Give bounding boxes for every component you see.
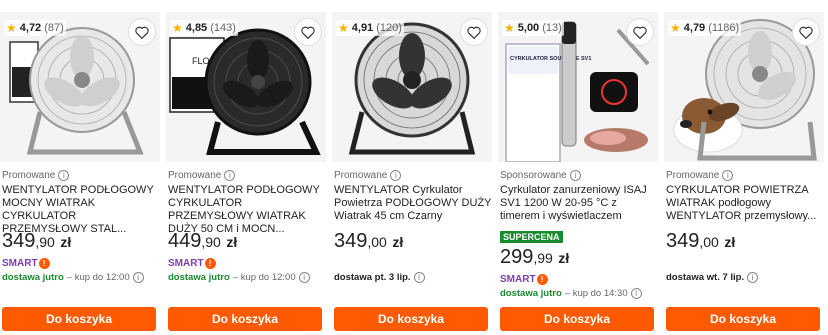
info-icon[interactable]: i [747, 272, 759, 283]
promo-label: Promowane i [666, 170, 734, 181]
price: 449,90 zł [168, 230, 238, 252]
info-icon[interactable]: i [298, 272, 310, 283]
product-card[interactable]: ★ 4,72 (87) Promowane i WENTYLATOR PODŁO… [0, 0, 160, 335]
smart-badge: SMART! [168, 258, 216, 269]
rating: ★ 4,79 (1186) [668, 20, 742, 36]
info-icon[interactable]: i [224, 170, 236, 181]
product-card[interactable]: ★ 4,79 (1186) Promowane i CYRKULATOR POW… [664, 0, 824, 335]
rating: ★ 4,72 (87) [4, 20, 66, 36]
info-icon[interactable]: i [722, 170, 734, 181]
promo-label: Promowane i [168, 170, 236, 181]
add-to-cart-button[interactable]: Do koszyka [500, 307, 654, 331]
rating: ★ 5,00 (13) [502, 20, 564, 36]
star-icon: ★ [504, 21, 515, 35]
product-title[interactable]: WENTYLATOR PODŁOGOWY MOCNY WIATRAK CYRKU… [2, 184, 160, 236]
product-card[interactable]: FLOOR FAN ★ 4,85 (143) Promowane i [166, 0, 326, 335]
product-card[interactable]: CYRKULATOR SOUS VIDE SV1 ★ 5,00 (13) Spo… [498, 0, 658, 335]
rating: ★ 4,91 (120) [336, 20, 404, 36]
box-label: CYRKULATOR SOUS VIDE SV1 [510, 56, 591, 62]
product-row: ★ 4,72 (87) Promowane i WENTYLATOR PODŁO… [0, 0, 828, 335]
promo-label: Promowane i [334, 170, 402, 181]
product-title[interactable]: CYRKULATOR POWIETRZA WIATRAK podłogowy W… [666, 184, 824, 223]
star-icon: ★ [6, 21, 17, 35]
add-to-cart-button[interactable]: Do koszyka [334, 307, 488, 331]
price: 349,00 zł [334, 230, 404, 252]
delivery-info: dostawa jutro – kup do 12:00 i [2, 272, 144, 283]
price: 299,99 zł [500, 246, 570, 268]
smart-bolt-icon: ! [38, 258, 50, 269]
promo-label: Promowane i [2, 170, 70, 181]
delivery-info: dostawa pt. 3 lip. i [334, 272, 425, 283]
delivery-info: dostawa jutro – kup do 12:00 i [168, 272, 310, 283]
product-title[interactable]: Cyrkulator zanurzeniowy ISAJ SV1 1200 W … [500, 184, 658, 223]
info-icon[interactable]: i [390, 170, 402, 181]
star-icon: ★ [338, 21, 349, 35]
info-icon[interactable]: i [413, 272, 425, 283]
info-icon[interactable]: i [58, 170, 70, 181]
smart-badge: SMART! [500, 274, 548, 285]
info-icon[interactable]: i [132, 272, 144, 283]
star-icon: ★ [172, 21, 183, 35]
rating: ★ 4,85 (143) [170, 20, 238, 36]
add-to-cart-button[interactable]: Do koszyka [2, 307, 156, 331]
price: 349,00 zł [666, 230, 736, 252]
add-to-cart-button[interactable]: Do koszyka [168, 307, 322, 331]
product-card[interactable]: ★ 4,91 (120) Promowane i WENTYLATOR Cyrk… [332, 0, 492, 335]
heart-icon[interactable] [792, 18, 820, 46]
smart-bolt-icon: ! [536, 274, 548, 285]
price: 349,90 zł [2, 230, 72, 252]
supercena-badge: SUPERCENA [500, 231, 563, 243]
smart-bolt-icon: ! [204, 258, 216, 269]
product-title[interactable]: WENTYLATOR Cyrkulator Powietrza PODŁOGOW… [334, 184, 492, 223]
delivery-info: dostawa wt. 7 lip. i [666, 272, 759, 283]
info-icon[interactable]: i [569, 170, 581, 181]
promo-label: Sponsorowane i [500, 170, 581, 181]
star-icon: ★ [670, 21, 681, 35]
heart-icon[interactable] [460, 18, 488, 46]
smart-badge: SMART! [2, 258, 50, 269]
delivery-info: dostawa jutro – kup do 14:30 i [500, 288, 642, 299]
info-icon[interactable]: i [630, 288, 642, 299]
heart-icon[interactable] [128, 18, 156, 46]
product-title[interactable]: WENTYLATOR PODŁOGOWY CYRKULATOR PRZEMYSŁ… [168, 184, 326, 236]
add-to-cart-button[interactable]: Do koszyka [666, 307, 820, 331]
heart-icon[interactable] [626, 18, 654, 46]
heart-icon[interactable] [294, 18, 322, 46]
